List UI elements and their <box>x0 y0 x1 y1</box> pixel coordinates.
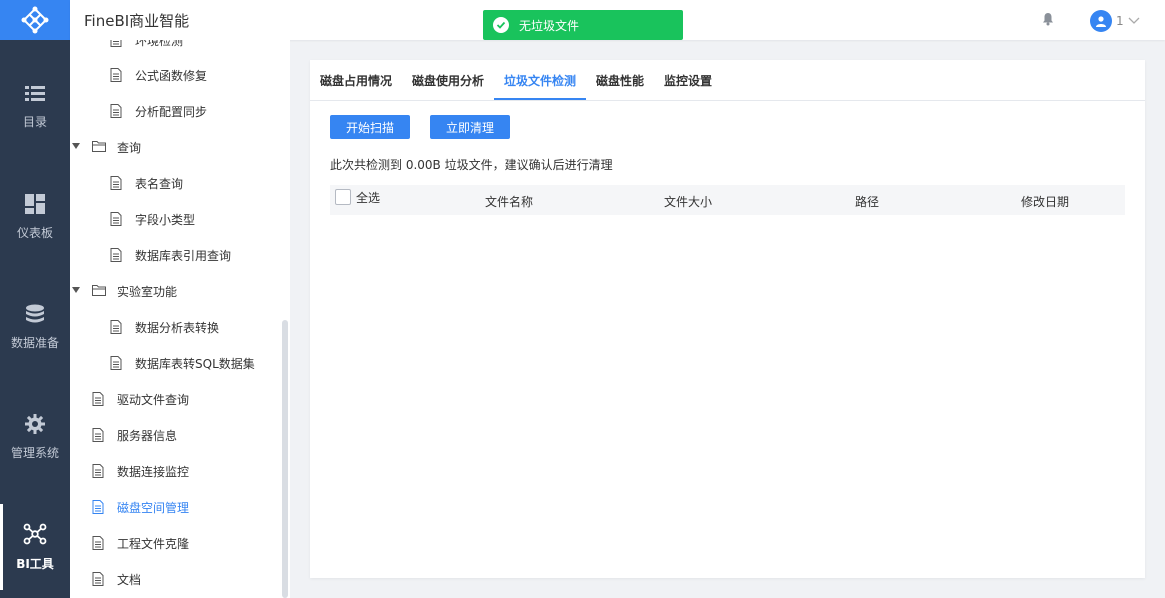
nav-item-data-prep[interactable]: 数据准备 <box>0 272 70 382</box>
nav-label: 数据准备 <box>10 335 59 350</box>
document-icon <box>110 176 124 190</box>
list-icon <box>25 85 45 101</box>
tree-item[interactable]: 数据库表引用查询 <box>110 245 231 265</box>
document-icon <box>110 356 124 370</box>
gear-icon <box>25 413 45 434</box>
tree-item[interactable]: 环境检测 <box>110 40 183 50</box>
tree-scrollbar[interactable] <box>282 320 288 598</box>
tree-item-label: 驱动文件查询 <box>117 392 190 407</box>
document-icon <box>92 464 106 478</box>
folder-icon <box>92 140 106 154</box>
tree-item[interactable]: 服务器信息 <box>92 425 177 445</box>
logo[interactable] <box>0 0 70 40</box>
nav-label: 目录 <box>22 114 47 129</box>
tree-item-label: 字段小类型 <box>135 212 196 227</box>
document-icon <box>92 428 106 442</box>
nav-label: 仪表板 <box>16 225 53 240</box>
tab-bar: 磁盘占用情况 磁盘使用分析 垃圾文件检测 磁盘性能 监控设置 <box>310 60 1145 101</box>
logo-icon <box>21 6 49 34</box>
document-icon <box>110 104 124 118</box>
scan-summary: 此次共检测到 0.00B 垃圾文件，建议确认后进行清理 <box>330 158 613 172</box>
success-toast: 无垃圾文件 <box>483 10 683 40</box>
main-card: 磁盘占用情况 磁盘使用分析 垃圾文件检测 磁盘性能 监控设置 开始扫描 立即清理… <box>310 60 1145 578</box>
tree-item-label: 磁盘空间管理 <box>117 500 190 515</box>
document-icon <box>92 500 106 514</box>
user-icon <box>1096 16 1106 27</box>
tree-item[interactable]: 文档 <box>92 569 141 589</box>
tree-item[interactable]: 数据分析表转换 <box>110 317 219 337</box>
tool-tree: 环境检测 公式函数修复 分析配置同步 查询 表名查询 字段小类型 数据库表引用查… <box>70 40 290 598</box>
tree-item[interactable]: 字段小类型 <box>110 209 195 229</box>
tab-junk-detection[interactable]: 垃圾文件检测 <box>504 72 576 89</box>
select-all-label: 全选 <box>356 191 381 205</box>
nav-item-admin[interactable]: 管理系统 <box>0 382 70 492</box>
user-name: 1 <box>1116 14 1124 28</box>
tree-item-label: 公式函数修复 <box>135 68 208 83</box>
check-circle-icon <box>493 17 509 33</box>
tab-monitor-settings[interactable]: 监控设置 <box>664 72 712 89</box>
tree-item[interactable]: 数据库表转SQL数据集 <box>110 353 255 373</box>
tab-active-indicator <box>494 98 586 100</box>
caret-down-icon[interactable] <box>72 143 80 149</box>
start-scan-button[interactable]: 开始扫描 <box>330 115 410 139</box>
tree-item[interactable]: 表名查询 <box>110 173 183 193</box>
tab-disk-analysis[interactable]: 磁盘使用分析 <box>412 72 484 89</box>
tree-item[interactable]: 工程文件克隆 <box>92 533 189 553</box>
nav-label: BI工具 <box>16 556 54 571</box>
tree-item-selected[interactable]: 磁盘空间管理 <box>92 497 189 517</box>
tree-item-label: 工程文件克隆 <box>117 536 190 551</box>
table-header: 全选 文件名称 文件大小 路径 修改日期 <box>330 185 1125 215</box>
tree-folder-query[interactable]: 查询 <box>72 137 142 157</box>
document-icon <box>110 248 124 262</box>
column-file-size: 文件大小 <box>664 195 713 209</box>
left-nav: 目录 仪表板 数据准备 管理系统 BI工具 <box>0 0 70 598</box>
nav-label: 管理系统 <box>10 445 59 460</box>
folder-icon <box>92 284 106 298</box>
tab-disk-performance[interactable]: 磁盘性能 <box>596 72 644 89</box>
tree-item[interactable]: 数据连接监控 <box>92 461 189 481</box>
toast-message: 无垃圾文件 <box>519 18 580 33</box>
chevron-down-icon <box>1128 17 1140 24</box>
column-modified-date: 修改日期 <box>1021 195 1070 209</box>
tree-item-label: 分析配置同步 <box>135 104 208 119</box>
document-icon <box>110 68 124 82</box>
network-icon <box>23 523 47 544</box>
nav-item-bi-tools[interactable]: BI工具 <box>0 492 70 598</box>
tree-folder-lab[interactable]: 实验室功能 <box>72 281 178 301</box>
document-icon <box>110 212 124 226</box>
clean-now-button[interactable]: 立即清理 <box>430 115 510 139</box>
column-file-name: 文件名称 <box>485 195 534 209</box>
column-path: 路径 <box>855 195 880 209</box>
database-icon <box>26 304 44 322</box>
nav-item-dashboard[interactable]: 仪表板 <box>0 162 70 272</box>
document-icon <box>92 392 106 406</box>
tree-item-label: 数据库表引用查询 <box>135 248 232 263</box>
avatar <box>1090 10 1112 32</box>
tree-item-label: 实验室功能 <box>117 284 178 299</box>
nav-item-catalog[interactable]: 目录 <box>0 52 70 162</box>
document-icon <box>92 572 106 586</box>
tree-item-label: 表名查询 <box>135 176 184 191</box>
tab-disk-usage[interactable]: 磁盘占用情况 <box>320 72 392 89</box>
tree-item[interactable]: 分析配置同步 <box>110 101 207 121</box>
caret-down-icon[interactable] <box>72 287 80 293</box>
tree-item-label: 数据连接监控 <box>117 464 190 479</box>
tree-item-label: 服务器信息 <box>117 428 178 443</box>
dashboard-icon <box>25 193 45 214</box>
tree-item[interactable]: 驱动文件查询 <box>92 389 189 409</box>
tree-item-label: 数据库表转SQL数据集 <box>135 356 255 371</box>
document-icon <box>92 536 106 550</box>
notification-bell-icon[interactable] <box>1041 12 1055 29</box>
user-menu[interactable]: 1 <box>1090 10 1140 32</box>
tree-item-label: 数据分析表转换 <box>135 320 220 335</box>
document-icon <box>110 320 124 334</box>
tree-item[interactable]: 公式函数修复 <box>110 65 207 85</box>
select-all-checkbox[interactable] <box>335 189 351 205</box>
app-title: FineBI商业智能 <box>84 12 190 30</box>
tree-item-label: 查询 <box>117 140 142 155</box>
tree-item-label: 文档 <box>117 572 142 587</box>
document-icon <box>110 40 124 47</box>
tree-item-label: 环境检测 <box>135 40 184 48</box>
